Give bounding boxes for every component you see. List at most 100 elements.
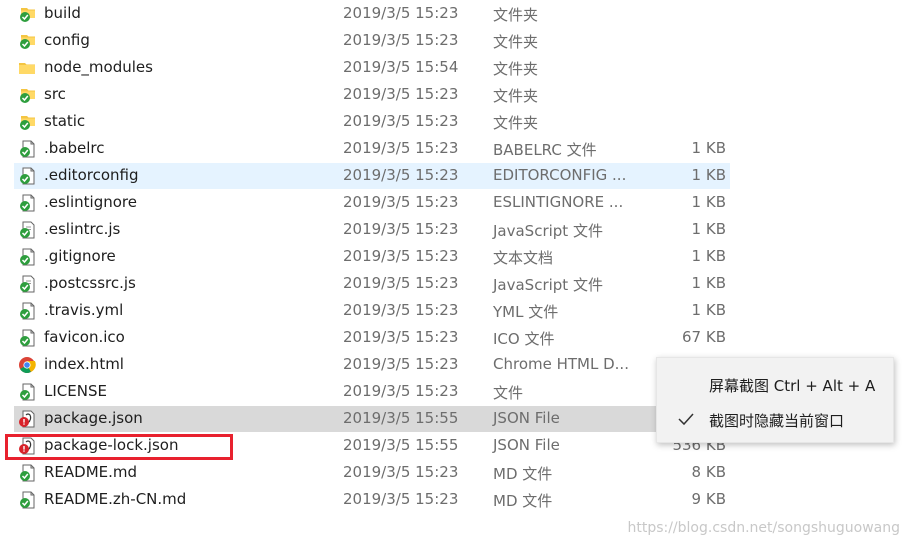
file-type: ESLINTIGNORE ... <box>493 193 624 211</box>
file-date: 2019/3/5 15:23 <box>343 193 459 211</box>
file-name: .eslintignore <box>44 193 137 211</box>
annotation-red-box <box>5 434 233 460</box>
file-size: 1 KB <box>691 220 726 238</box>
file-row[interactable]: LICENSE2019/3/5 15:23文件2 KB <box>14 379 730 405</box>
file-date: 2019/3/5 15:23 <box>343 31 459 49</box>
file-type: BABELRC 文件 <box>493 141 597 159</box>
file-type: MD 文件 <box>493 492 553 510</box>
file-row[interactable]: favicon.ico 2019/3/5 15:23 ICO 文件 67 KB <box>14 325 730 351</box>
file-name: .babelrc <box>44 139 105 157</box>
file-date: 2019/3/5 15:23 <box>343 328 459 346</box>
file-row[interactable]: src 2019/3/5 15:23 文件夹 <box>14 82 730 108</box>
file-type: JavaScript 文件 <box>493 276 603 294</box>
menu-item-hide-window-label: 截图时隐藏当前窗口 <box>709 412 845 430</box>
file-type: Chrome HTML D... <box>493 355 629 373</box>
menu-item-hide-window[interactable]: 截图时隐藏当前窗口 <box>657 402 893 436</box>
file-row[interactable]: .postcssrc.js 2019/3/5 15:23 JavaScript 文件… <box>14 271 730 297</box>
file-date: 2019/3/5 15:55 <box>343 436 459 454</box>
file-date: 2019/3/5 15:23 <box>343 85 459 103</box>
file-type: 文件夹 <box>493 87 539 105</box>
json-file-error-icon <box>18 410 36 428</box>
file-type: 文本文档 <box>493 249 554 267</box>
checkmark-icon <box>677 410 695 428</box>
file-date: 2019/3/5 15:23 <box>343 301 459 319</box>
file-name: node_modules <box>44 58 153 76</box>
file-row[interactable]: README.md 2019/3/5 15:23 MD 文件 8 KB <box>14 460 730 486</box>
file-row[interactable]: .babelrc 2019/3/5 15:23 BABELRC 文件 1 KB <box>14 136 730 162</box>
file-date: 2019/3/5 15:23 <box>343 139 459 157</box>
file-date: 2019/3/5 15:23 <box>343 490 459 508</box>
file-date: 2019/3/5 15:23 <box>343 4 459 22</box>
file-type: JSON File <box>493 409 560 427</box>
file-row[interactable]: build 2019/3/5 15:23 文件夹 <box>14 1 730 27</box>
file-synced-icon <box>18 140 36 158</box>
file-name: .editorconfig <box>44 166 139 184</box>
file-date: 2019/3/5 15:55 <box>343 409 459 427</box>
file-row[interactable]: .eslintrc.js 2019/3/5 15:23 JavaScript 文件 1… <box>14 217 730 243</box>
file-row[interactable]: index.html 2019/3/5 15:23 Chrome HTML D...… <box>14 352 730 378</box>
file-synced-icon <box>18 383 36 401</box>
file-size: 1 KB <box>691 247 726 265</box>
file-row[interactable]: package.json2019/3/5 15:55JSON File1 KB <box>14 406 730 432</box>
file-date: 2019/3/5 15:54 <box>343 58 459 76</box>
js-file-synced-icon <box>18 221 36 239</box>
folder-synced-icon <box>18 5 36 23</box>
file-name: index.html <box>44 355 124 373</box>
file-size: 67 KB <box>682 328 726 346</box>
file-name: config <box>44 31 90 49</box>
file-synced-icon <box>18 491 36 509</box>
folder-synced-icon <box>18 113 36 131</box>
file-row[interactable]: .eslintignore 2019/3/5 15:23 ESLINTIGNORE … <box>14 190 730 216</box>
file-type: MD 文件 <box>493 465 553 483</box>
file-row[interactable]: .editorconfig 2019/3/5 15:23 EDITORCONFIG … <box>14 163 730 189</box>
file-type: JavaScript 文件 <box>493 222 603 240</box>
file-date: 2019/3/5 15:23 <box>343 382 459 400</box>
file-name: package.json <box>44 409 143 427</box>
file-synced-icon <box>18 302 36 320</box>
file-synced-icon <box>18 464 36 482</box>
file-name: README.md <box>44 463 138 481</box>
folder-synced-icon <box>18 86 36 104</box>
file-date: 2019/3/5 15:23 <box>343 220 459 238</box>
file-size: 8 KB <box>691 463 726 481</box>
file-type: 文件夹 <box>493 33 539 51</box>
file-row[interactable]: .gitignore 2019/3/5 15:23 文本文档 1 KB <box>14 244 730 270</box>
file-date: 2019/3/5 15:23 <box>343 355 459 373</box>
file-type: JSON File <box>493 436 560 454</box>
file-date: 2019/3/5 15:23 <box>343 247 459 265</box>
file-type: EDITORCONFIG ... <box>493 166 627 184</box>
file-date: 2019/3/5 15:23 <box>343 463 459 481</box>
file-type: 文件夹 <box>493 60 539 78</box>
file-date: 2019/3/5 15:23 <box>343 274 459 292</box>
context-menu: 屏幕截图 Ctrl + Alt + A 截图时隐藏当前窗口 <box>656 357 894 443</box>
file-row[interactable]: config 2019/3/5 15:23 文件夹 <box>14 28 730 54</box>
file-size: 1 KB <box>691 274 726 292</box>
file-name: .travis.yml <box>44 301 124 319</box>
menu-item-screenshot-label: 屏幕截图 Ctrl + Alt + A <box>709 377 876 395</box>
file-size: 1 KB <box>691 139 726 157</box>
file-name: LICENSE <box>44 382 107 400</box>
file-name: favicon.ico <box>44 328 125 346</box>
file-size: 9 KB <box>691 490 726 508</box>
file-size: 1 KB <box>691 166 726 184</box>
watermark: https://blog.csdn.net/songshuguowang <box>627 520 900 536</box>
file-name: static <box>44 112 86 130</box>
file-type: 文件夹 <box>493 114 539 132</box>
menu-item-screenshot[interactable]: 屏幕截图 Ctrl + Alt + A <box>657 367 893 401</box>
file-synced-icon <box>18 329 36 347</box>
file-row[interactable]: .travis.yml 2019/3/5 15:23 YML 文件 1 KB <box>14 298 730 324</box>
file-synced-icon <box>18 194 36 212</box>
file-date: 2019/3/5 15:23 <box>343 112 459 130</box>
file-type: YML 文件 <box>493 303 559 321</box>
file-name: src <box>44 85 66 103</box>
file-row[interactable]: README.zh-CN.md 2019/3/5 15:23 MD 文件 9 KB <box>14 487 730 513</box>
file-row[interactable]: node_modules 2019/3/5 15:54 文件夹 <box>14 55 730 81</box>
js-file-synced-icon <box>18 275 36 293</box>
file-synced-icon <box>18 167 36 185</box>
file-row[interactable]: static 2019/3/5 15:23 文件夹 <box>14 109 730 135</box>
file-name: build <box>44 4 81 22</box>
folder-synced-icon <box>18 32 36 50</box>
file-name: .gitignore <box>44 247 116 265</box>
file-size: 1 KB <box>691 301 726 319</box>
file-name: .postcssrc.js <box>44 274 136 292</box>
